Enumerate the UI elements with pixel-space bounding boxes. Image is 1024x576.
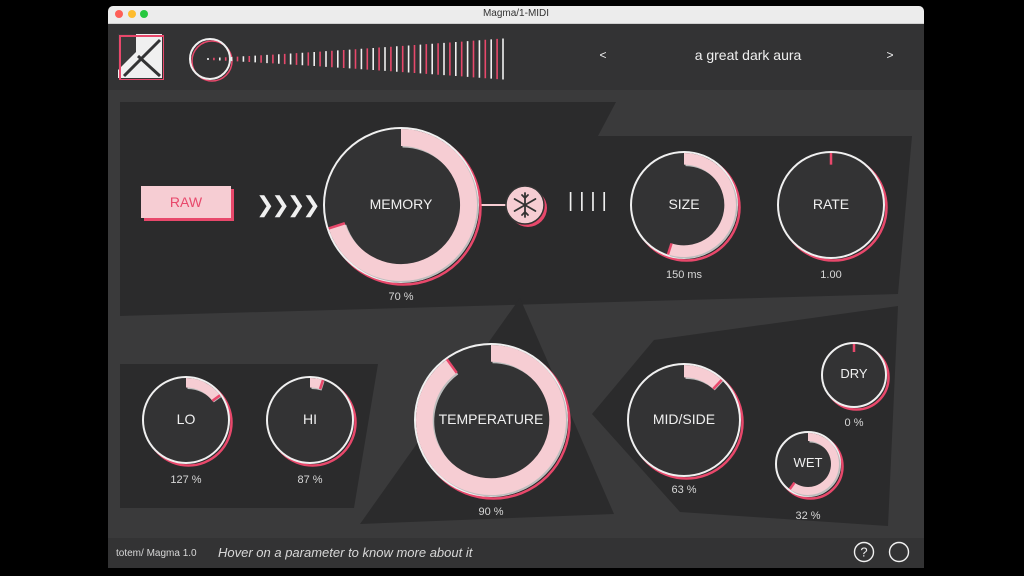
knob-rate-value: 1.00 — [820, 269, 842, 281]
footer: totem/ Magma 1.0 Hover on a parameter to… — [108, 538, 924, 568]
knob-temperature-value: 90 % — [478, 506, 504, 518]
knob-hi-value: 87 % — [297, 474, 323, 486]
knob-hi-label: HI — [303, 411, 317, 427]
raw-button[interactable]: RAW — [141, 186, 231, 218]
knob-size-value: 150 ms — [665, 269, 703, 281]
help-icon[interactable]: ? — [853, 541, 875, 563]
knob-size-label: SIZE — [668, 196, 700, 212]
knob-dry-label: DRY — [840, 366, 868, 381]
theme-toggle-icon[interactable] — [888, 541, 910, 563]
brand-label: totem/ Magma 1.0 — [116, 548, 197, 559]
knob-lo-value: 127 % — [170, 474, 202, 486]
knob-midside-value: 63 % — [671, 484, 697, 496]
signal-flow-arrows: ❯❯❯❯ — [256, 192, 321, 217]
svg-text:?: ? — [860, 545, 867, 560]
knob-wet-label: WET — [793, 455, 823, 470]
knob-memory-value: 70 % — [388, 291, 414, 303]
knob-midside-label: MID/SIDE — [652, 411, 716, 427]
knob-rate-label: RATE — [812, 196, 850, 212]
knob-memory-label: MEMORY — [369, 196, 433, 212]
plugin-window: Magma/1-MIDI < a great dark aura > RAW ❯… — [108, 6, 924, 568]
hint-text: Hover on a parameter to know more about … — [218, 545, 473, 560]
knob-wet-value: 32 % — [795, 510, 821, 522]
knob-temperature-label: TEMPERATURE — [438, 411, 544, 427]
freeze-icon[interactable] — [504, 184, 548, 228]
